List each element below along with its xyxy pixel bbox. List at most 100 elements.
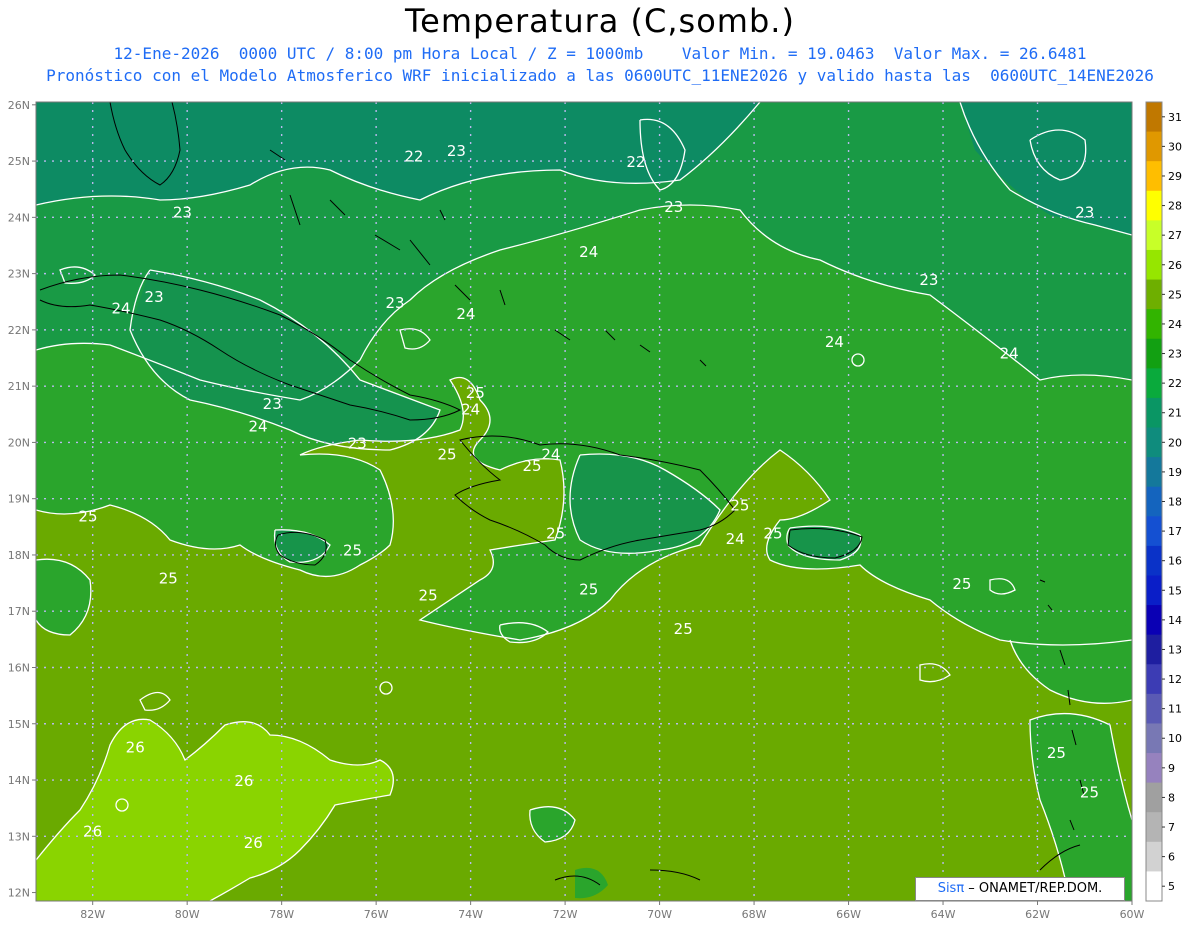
contour-label: 23	[919, 271, 938, 289]
contour-label: 23	[447, 142, 466, 160]
lat-label: 22N	[8, 324, 30, 337]
lon-label: 66W	[836, 908, 861, 921]
contour-label: 24	[461, 401, 480, 419]
contour-label: 23	[348, 434, 367, 452]
lon-label: 62W	[1025, 908, 1050, 921]
colorbar-label: 21	[1168, 407, 1182, 420]
colorbar-label: 14	[1168, 614, 1182, 627]
lon-label: 64W	[931, 908, 956, 921]
contour-label: 25	[159, 569, 178, 587]
colorbar-label: 13	[1168, 643, 1182, 656]
contour-label: 24	[456, 305, 475, 323]
colorbar-label: 22	[1168, 377, 1182, 390]
colorbar-label: 5	[1168, 880, 1175, 893]
contour-label: 25	[579, 581, 598, 599]
colorbar-label: 12	[1168, 673, 1182, 686]
colorbar-swatch	[1146, 368, 1162, 399]
lat-label: 17N	[8, 605, 30, 618]
colorbar-swatch	[1146, 220, 1162, 251]
colorbar-swatch	[1146, 457, 1162, 488]
colorbar-label: 17	[1168, 525, 1182, 538]
lat-label: 26N	[8, 99, 30, 112]
colorbar-swatch	[1146, 131, 1162, 162]
contour-label: 26	[126, 738, 145, 756]
colorbar-label: 16	[1168, 555, 1182, 568]
colorbar-label: 11	[1168, 703, 1182, 716]
lat-label: 16N	[8, 661, 30, 674]
colorbar-swatch	[1146, 812, 1162, 843]
contour-label: 22	[626, 153, 645, 171]
lat-label: 14N	[8, 774, 30, 787]
colorbar-swatch	[1146, 249, 1162, 281]
colorbar-label: 27	[1168, 229, 1182, 242]
contour-label: 25	[1047, 744, 1066, 762]
colorbar-label: 25	[1168, 288, 1182, 301]
temperature-map: 22 23222323 2324232324 232424242523 24242325…	[8, 99, 1182, 921]
colorbar-swatch	[1146, 545, 1162, 576]
colorbar-swatch	[1146, 161, 1162, 192]
colorbar-swatch	[1146, 753, 1162, 784]
colorbar-label: 29	[1168, 170, 1182, 183]
contour-label: 26	[83, 823, 102, 841]
colorbar-label: 18	[1168, 496, 1182, 509]
colorbar-label: 10	[1168, 732, 1182, 745]
colorbar-label: 24	[1168, 318, 1182, 331]
colorbar-label: 8	[1168, 791, 1175, 804]
lon-label: 76W	[364, 908, 389, 921]
colorbar-label: 26	[1168, 259, 1182, 272]
contour-label: 25	[730, 496, 749, 514]
colorbar-swatch	[1146, 486, 1162, 517]
colorbar-swatch	[1146, 102, 1162, 133]
lat-label: 23N	[8, 268, 30, 281]
contour-label: 26	[244, 834, 263, 852]
contour-label: 23	[664, 198, 683, 216]
lon-label: 82W	[80, 908, 105, 921]
colorbar-swatch	[1146, 338, 1162, 369]
contour-label: 25	[466, 384, 485, 402]
colorbar-swatch	[1146, 782, 1162, 813]
colorbar-label: 20	[1168, 436, 1182, 449]
lon-label: 60W	[1120, 908, 1145, 921]
contour-label: 25	[674, 620, 693, 638]
contour-label: 23	[1075, 204, 1094, 222]
contour-label: 24	[825, 333, 844, 351]
colorbar-label: 15	[1168, 584, 1182, 597]
contour-label: 25	[343, 541, 362, 559]
colorbar-swatch	[1146, 397, 1162, 429]
lat-label: 20N	[8, 436, 30, 449]
lat-label: 24N	[8, 211, 30, 224]
colorbar-label: 28	[1168, 200, 1182, 213]
contour-label: 24	[1000, 344, 1019, 362]
lon-label: 78W	[269, 908, 294, 921]
contour-label: 25	[78, 508, 97, 526]
colorbar-swatch	[1146, 309, 1162, 340]
colorbar-label: 30	[1168, 140, 1182, 153]
colorbar-label: 31	[1168, 111, 1182, 124]
contour-label: 24	[111, 299, 130, 317]
lon-label: 68W	[742, 908, 767, 921]
credit-box: Sisπ – ONAMET/REP.DOM.	[915, 877, 1125, 901]
colorbar-label: 23	[1168, 348, 1182, 361]
latitude-labels: 26N 25N 24N 23N 22N 21N 20N 19N 18N 17N 16N 15N 14N 1…	[8, 99, 36, 900]
lat-label: 13N	[8, 830, 30, 843]
contour-label: 25	[952, 575, 971, 593]
contour-label: 25	[763, 524, 782, 542]
contour-label: 22	[404, 147, 423, 165]
lat-label: 15N	[8, 718, 30, 731]
lat-label: 21N	[8, 380, 30, 393]
contour-label: 24	[248, 418, 267, 436]
colorbar-swatch	[1146, 427, 1162, 458]
contour-label: 25	[522, 457, 541, 475]
colorbar-swatch	[1146, 871, 1162, 902]
colorbar-label: 9	[1168, 762, 1175, 775]
lon-label: 74W	[458, 908, 483, 921]
colorbar-swatch	[1146, 279, 1162, 310]
contour-label: 23	[173, 204, 192, 222]
colorbar-swatch	[1146, 575, 1162, 606]
contour-label: 23	[385, 294, 404, 312]
contour-label: 23	[145, 288, 164, 306]
colorbar-swatch	[1146, 190, 1162, 221]
contour-label: 24	[726, 530, 745, 548]
lat-label: 18N	[8, 549, 30, 562]
colorbar-label: 7	[1168, 821, 1175, 834]
